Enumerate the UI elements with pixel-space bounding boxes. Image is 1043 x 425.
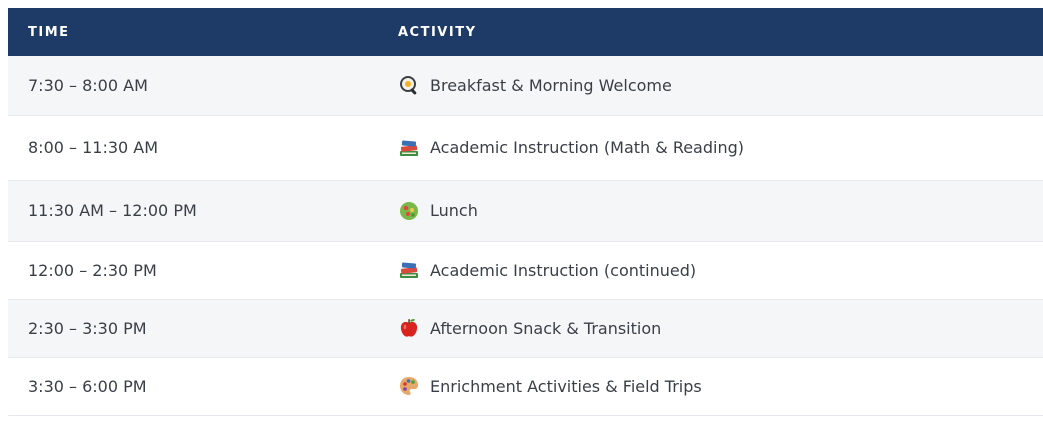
activity-label: Afternoon Snack & Transition: [430, 318, 662, 338]
activity-label: Lunch: [430, 201, 478, 220]
time-cell: 11:30 AM – 12:00 PM: [8, 180, 398, 242]
table-row: 12:00 – 2:30 PM Academic Instruction (co…: [8, 241, 1043, 300]
activity-label: Academic Instruction (continued): [430, 260, 697, 280]
activity-label: Academic Instruction (Math & Reading): [430, 138, 744, 157]
activity-cell: Lunch: [398, 180, 1043, 242]
time-cell: 8:00 – 11:30 AM: [8, 115, 398, 181]
salad-icon: [398, 200, 420, 222]
activity-cell: Breakfast & Morning Welcome: [398, 56, 1043, 116]
column-header-time: TIME: [28, 24, 70, 40]
time-cell: 2:30 – 3:30 PM: [8, 299, 398, 358]
time-cell: 3:30 – 6:00 PM: [8, 357, 398, 416]
frying-pan-egg-icon: [398, 74, 420, 96]
table-header-row: TIME ACTIVITY: [8, 8, 1043, 56]
time-cell: 7:30 – 8:00 AM: [8, 56, 398, 116]
table-row: 7:30 – 8:00 AM Breakfast & Morning Welco…: [8, 56, 1043, 116]
activity-label: Enrichment Activities & Field Trips: [430, 376, 702, 396]
palette-icon: [398, 375, 420, 397]
activity-label: Breakfast & Morning Welcome: [430, 75, 672, 95]
time-cell: 12:00 – 2:30 PM: [8, 241, 398, 300]
books-icon: [398, 259, 420, 281]
activity-cell: Academic Instruction (continued): [398, 241, 1043, 300]
table-row: 11:30 AM – 12:00 PM Lunch: [8, 180, 1043, 242]
activity-cell: Afternoon Snack & Transition: [398, 299, 1043, 358]
column-header-activity: ACTIVITY: [398, 24, 477, 40]
table-row: 8:00 – 11:30 AM Academic Instruction (Ma…: [8, 115, 1043, 181]
activity-cell: Enrichment Activities & Field Trips: [398, 357, 1043, 416]
table-row: 3:30 – 6:00 PM Enrichment Activities & F…: [8, 357, 1043, 416]
table-row: 2:30 – 3:30 PM Afternoon Snack & Transit…: [8, 299, 1043, 358]
activity-cell: Academic Instruction (Math & Reading): [398, 115, 1043, 181]
apple-icon: [398, 317, 420, 339]
books-icon: [398, 137, 420, 159]
schedule-table: TIME ACTIVITY 7:30 – 8:00 AM Breakfast &…: [8, 8, 1043, 416]
